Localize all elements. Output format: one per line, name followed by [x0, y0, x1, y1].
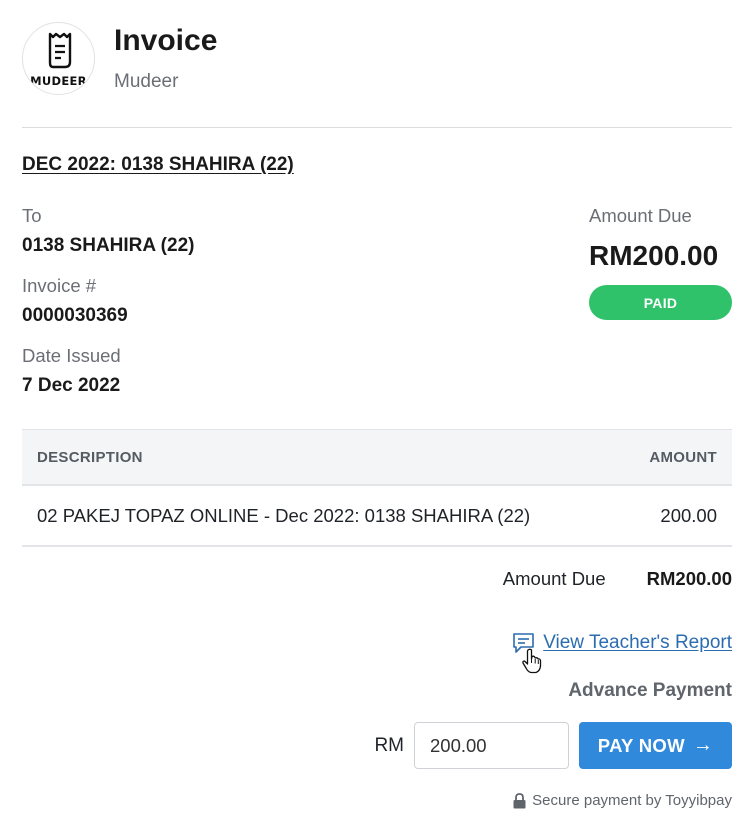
secure-payment-text: Secure payment by Toyyibpay [532, 792, 732, 809]
advance-payment-title: Advance Payment [568, 680, 732, 701]
currency-label: RM [374, 734, 404, 756]
pay-now-button[interactable]: PAY NOW → [579, 722, 732, 769]
header-divider [22, 127, 732, 128]
amount-due-label: Amount Due [589, 205, 692, 226]
hand-cursor-icon [522, 648, 542, 674]
amount-input[interactable] [414, 722, 569, 769]
teacher-report-label[interactable]: View Teacher's Report [543, 632, 732, 654]
date-issued-label: Date Issued [22, 345, 121, 366]
invoice-items-table: DESCRIPTION AMOUNT 02 PAKEJ TOPAZ ONLINE… [22, 429, 732, 547]
org-name: Mudeer [114, 71, 179, 92]
summary-value: RM200.00 [646, 568, 732, 589]
amount-due-value: RM200.00 [589, 240, 719, 271]
invoice-heading-link[interactable]: DEC 2022: 0138 SHAHIRA (22) [22, 154, 294, 176]
date-issued-value: 7 Dec 2022 [22, 375, 121, 396]
lock-icon [513, 792, 526, 808]
pay-now-label: PAY NOW [597, 734, 685, 756]
mudeer-logo: MUDEER [22, 22, 95, 95]
status-badge: PAID [589, 285, 732, 320]
view-teachers-report-link[interactable]: View Teacher's Report [512, 632, 732, 654]
summary-label: Amount Due [502, 568, 606, 589]
table-row: 02 PAKEJ TOPAZ ONLINE - Dec 2022: 0138 S… [22, 486, 732, 547]
to-label: To [22, 205, 42, 226]
receipt-icon [48, 32, 72, 69]
table-header: DESCRIPTION AMOUNT [22, 429, 732, 486]
invoice-number-value: 0000030369 [22, 305, 128, 326]
page-title: Invoice [114, 24, 218, 57]
invoice-header: MUDEER Invoice Mudeer [22, 22, 217, 95]
row-description: 02 PAKEJ TOPAZ ONLINE - Dec 2022: 0138 S… [37, 504, 531, 526]
column-header-amount: AMOUNT [649, 448, 717, 466]
to-value: 0138 SHAHIRA (22) [22, 235, 195, 256]
logo-text: MUDEER [30, 74, 87, 88]
secure-payment-note: Secure payment by Toyyibpay [513, 792, 732, 809]
column-header-description: DESCRIPTION [37, 448, 143, 466]
row-amount: 200.00 [660, 504, 717, 526]
amount-due-summary: Amount Due RM200.00 [503, 568, 732, 590]
payment-form: RM PAY NOW → [374, 722, 732, 769]
arrow-right-icon: → [692, 734, 714, 756]
invoice-number-label: Invoice # [22, 275, 97, 296]
